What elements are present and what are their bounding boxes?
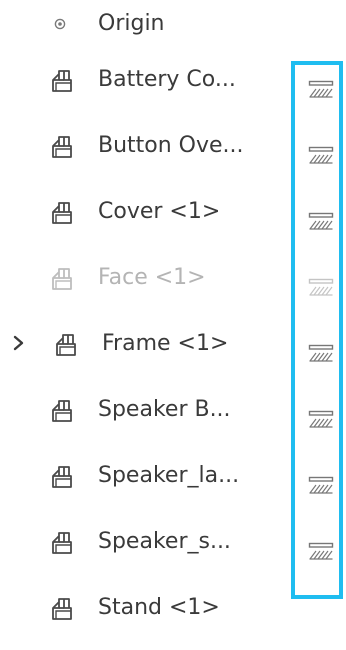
- tree-item-origin[interactable]: Origin: [0, 2, 346, 46]
- tree-item-label: Battery Co...: [98, 67, 236, 92]
- tree-item-label: Cover <1>: [98, 199, 221, 224]
- component-icon: [52, 136, 72, 158]
- browser-tree-panel: Origin Battery Co... Button Ove... Cover…: [0, 0, 346, 650]
- component-icon: [52, 70, 72, 92]
- component-icon: [56, 334, 76, 356]
- tree-item-label: Speaker B...: [98, 397, 231, 422]
- tree-item-label: Face <1>: [98, 265, 206, 290]
- tree-item-label: Stand <1>: [98, 595, 220, 620]
- component-icon: [52, 598, 72, 620]
- tree-item-label: Frame <1>: [102, 331, 229, 356]
- origin-icon: [54, 18, 66, 30]
- component-icon: [52, 466, 72, 488]
- component-icon: [52, 202, 72, 224]
- component-icon: [52, 400, 72, 422]
- component-icon: [52, 532, 72, 554]
- tree-item-label: Button Ove...: [98, 133, 244, 158]
- component-icon: [52, 268, 72, 290]
- tree-item-label: Speaker_la...: [98, 463, 240, 488]
- tree-item-label: Origin: [98, 11, 165, 36]
- highlight-box: [291, 61, 343, 599]
- chevron-right-icon[interactable]: [10, 334, 28, 352]
- tree-item-label: Speaker_s...: [98, 529, 231, 554]
